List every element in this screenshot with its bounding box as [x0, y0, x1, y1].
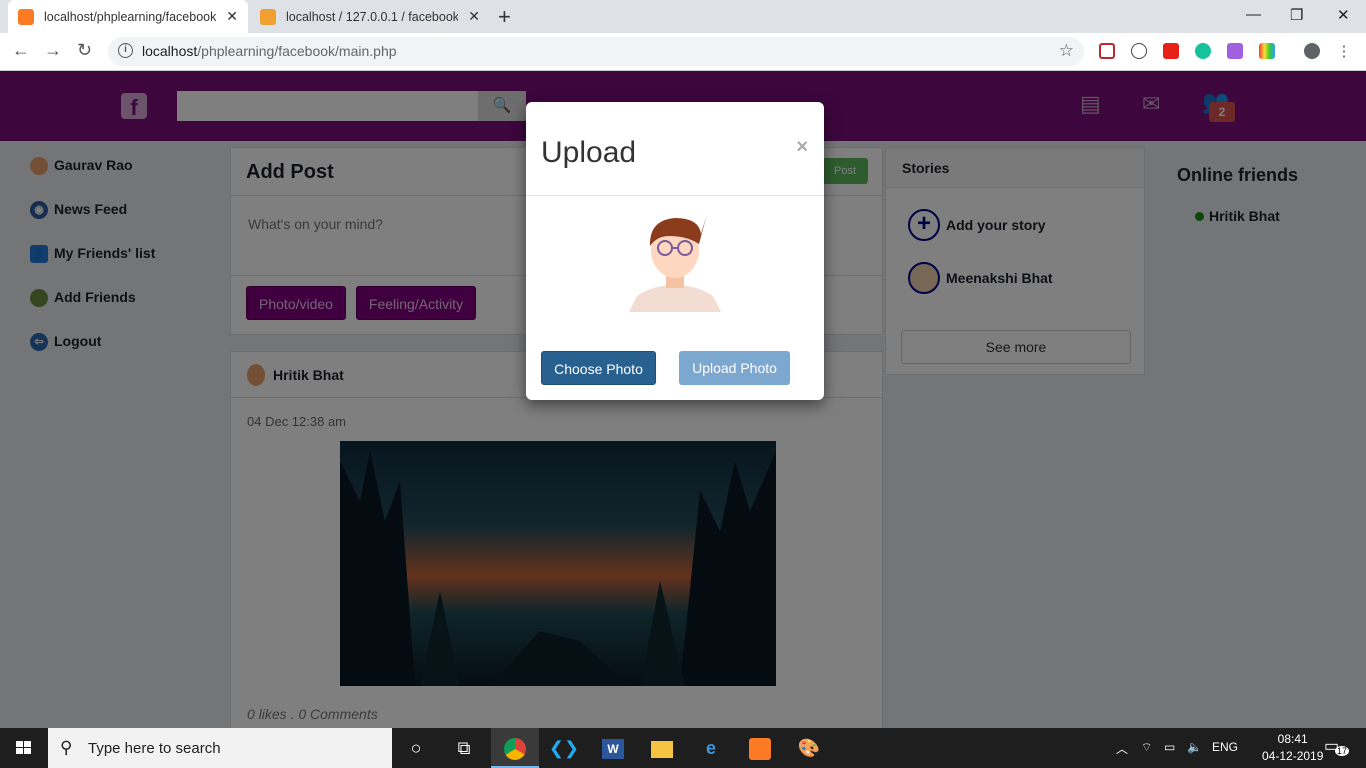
- minimize-icon[interactable]: —: [1246, 6, 1261, 23]
- word-taskbar-icon[interactable]: W: [589, 728, 637, 768]
- extension-pocket-icon[interactable]: [1099, 43, 1115, 59]
- modal-title: Upload: [541, 136, 637, 169]
- xampp-favicon-icon: [18, 8, 34, 25]
- file-explorer-taskbar-icon[interactable]: [638, 728, 686, 768]
- profile-icon[interactable]: [1304, 43, 1320, 59]
- chrome-taskbar-icon[interactable]: [491, 728, 539, 768]
- back-icon[interactable]: ←: [12, 40, 30, 61]
- choose-photo-button[interactable]: Choose Photo: [541, 351, 656, 385]
- search-icon: ⚲: [60, 738, 73, 757]
- clock-time: 08:41: [1277, 732, 1308, 746]
- url-text[interactable]: localhost/phplearning/facebook/main.php: [142, 43, 397, 59]
- new-tab-icon[interactable]: +: [498, 4, 511, 30]
- language-indicator[interactable]: ENG: [1212, 740, 1238, 754]
- avatar-preview-icon: [629, 214, 721, 312]
- extension-grammarly-icon[interactable]: [1195, 43, 1211, 59]
- show-hidden-icons-icon[interactable]: ︿: [1116, 740, 1128, 757]
- taskbar-search-placeholder: Type here to search: [88, 740, 221, 757]
- battery-icon[interactable]: ▭: [1164, 740, 1175, 754]
- browser-tab-active[interactable]: localhost/phplearning/facebook/ ✕: [8, 0, 248, 33]
- browser-toolbar: ← → ↻ i localhost/phplearning/facebook/m…: [0, 33, 1366, 71]
- cortana-icon[interactable]: ○: [392, 728, 440, 768]
- extension-youtube-icon[interactable]: [1163, 43, 1179, 59]
- windows-start-icon[interactable]: [0, 728, 48, 768]
- extension-devtools-icon[interactable]: [1131, 43, 1147, 59]
- paint-taskbar-icon[interactable]: 🎨: [785, 728, 833, 768]
- reload-icon[interactable]: ↻: [77, 40, 92, 61]
- clock[interactable]: 08:41 04-12-2019: [1262, 731, 1323, 765]
- tab-title: localhost / 127.0.0.1 / facebook /: [286, 9, 458, 24]
- clock-date: 04-12-2019: [1262, 749, 1324, 763]
- vscode-taskbar-icon[interactable]: ❮❯: [540, 728, 588, 768]
- extension-pen-icon[interactable]: [1227, 43, 1243, 59]
- windows-logo-icon: [16, 741, 31, 754]
- taskbar-search-input[interactable]: ⚲ Type here to search: [48, 728, 392, 768]
- address-bar[interactable]: i localhost/phplearning/facebook/main.ph…: [108, 37, 1084, 66]
- volume-icon[interactable]: 🔈: [1187, 740, 1202, 754]
- tab-close-icon[interactable]: ✕: [468, 8, 480, 25]
- menu-icon[interactable]: ⋮: [1336, 42, 1352, 60]
- restore-icon[interactable]: ❐: [1290, 6, 1303, 24]
- bookmark-star-icon[interactable]: ☆: [1059, 41, 1074, 61]
- edge-taskbar-icon[interactable]: e: [687, 728, 735, 768]
- wifi-icon[interactable]: ⌔: [1141, 740, 1152, 755]
- xampp-taskbar-icon[interactable]: [736, 728, 784, 768]
- phpmyadmin-favicon-icon: [260, 8, 276, 25]
- forward-icon[interactable]: →: [44, 40, 62, 61]
- upload-photo-button[interactable]: Upload Photo: [679, 351, 790, 385]
- site-info-icon[interactable]: i: [118, 43, 133, 58]
- tab-title: localhost/phplearning/facebook/: [44, 9, 216, 24]
- windows-taskbar: ⚲ Type here to search ○ ⧉ ❮❯ W e 🎨 ︿ ⌔ ▭…: [0, 728, 1366, 768]
- close-icon[interactable]: ×: [796, 136, 808, 159]
- browser-tab-inactive[interactable]: localhost / 127.0.0.1 / facebook / ✕: [250, 0, 490, 33]
- task-view-icon[interactable]: ⧉: [440, 728, 488, 768]
- extension-colors-icon[interactable]: [1259, 43, 1275, 59]
- browser-tabstrip: localhost/phplearning/facebook/ ✕ localh…: [0, 0, 1366, 33]
- tab-close-icon[interactable]: ✕: [226, 8, 238, 25]
- notification-count: 17: [1335, 746, 1350, 756]
- modal-divider: [526, 195, 824, 196]
- upload-modal: Upload × Choose Photo Upload Photo: [526, 102, 824, 400]
- window-close-icon[interactable]: ✕: [1337, 6, 1350, 24]
